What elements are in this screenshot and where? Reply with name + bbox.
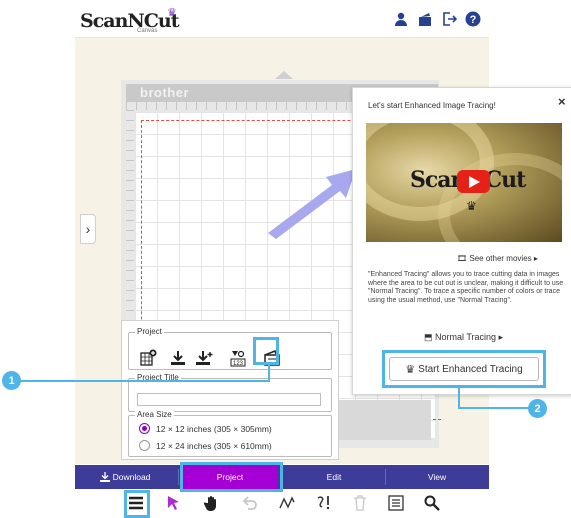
callout-line-1-vertical [268,364,270,382]
number-image-icon[interactable]: 123 [229,349,247,367]
trace-icon: ⬒ [424,332,433,342]
project-title-fieldset: Project Title [128,373,332,412]
play-icon[interactable] [457,170,490,193]
mat-up-arrow-icon [275,71,293,79]
app-logo: ScanNCut [80,10,179,32]
video-crown-icon: ♛ [466,199,477,213]
tab-edit-label: Edit [326,472,342,482]
area-size-fieldset: Area Size 12 × 12 inches (305 × 305mm) 1… [128,410,332,457]
see-other-movies-link[interactable]: 🎞 See other movies ▸ [457,254,538,263]
enhanced-tracing-popup: Let's start Enhanced Image Tracing! × Sc… [352,87,571,395]
tab-edit[interactable]: Edit [283,465,385,489]
undo-icon[interactable] [241,494,259,512]
logout-icon[interactable] [441,11,458,27]
tab-download[interactable]: Download [89,465,161,489]
download-icon[interactable] [169,349,187,367]
list-icon[interactable] [387,494,405,512]
menu-icon[interactable] [127,494,145,512]
line-tool-icon[interactable] [278,494,296,512]
select-arrow-icon[interactable] [165,494,183,512]
download-plus-icon[interactable] [195,349,213,367]
svg-text:?: ? [470,14,477,26]
folder-icon[interactable] [417,11,433,27]
image-trace-icon[interactable] [263,349,281,367]
tab-view-label: View [427,472,447,482]
crown-icon: ♛ [167,7,177,19]
project-legend: Project [135,327,164,336]
callout-line-1 [20,380,270,382]
start-enhanced-tracing-label: Start Enhanced Tracing [418,363,523,375]
film-icon: 🎞 [457,254,468,263]
callout-badge-1: 1 [2,371,21,390]
project-fieldset: Project 123 [128,327,332,370]
bottom-toolbar [75,489,489,518]
tab-project-label: Project [216,472,244,482]
tab-view[interactable]: View [386,465,488,489]
popup-title: Let's start Enhanced Image Tracing! [368,101,496,110]
download-icon [99,472,110,482]
tutorial-video[interactable]: ScanNCut ♛ [366,123,562,242]
tab-download-label: Download [112,472,151,482]
app-header: ScanNCut Canvas ♛ ? [75,0,489,38]
normal-tracing-label: Normal Tracing ▸ [435,332,504,342]
see-other-movies-label: See other movies ▸ [469,254,538,263]
area-option-12x24[interactable]: 12 × 24 inches (305 × 610mm) [139,440,272,451]
trash-icon[interactable] [351,494,369,512]
sidebar-toggle-button[interactable]: › [80,214,96,244]
area-size-legend: Area Size [135,410,174,419]
area-option-label: 12 × 24 inches (305 × 610mm) [156,440,272,451]
mat-bottom-strip [335,400,431,440]
svg-text:123: 123 [233,361,244,367]
callout-badge-2: 2 [528,399,547,418]
text-tool-icon[interactable] [315,494,333,512]
tab-divider [178,469,179,485]
mat-brand-label: brother [140,85,189,100]
area-option-label: 12 × 12 inches (305 × 305mm) [156,423,272,434]
radio-selected[interactable] [139,423,150,434]
start-enhanced-tracing-button[interactable]: ♛ Start Enhanced Tracing [389,357,539,381]
callout-line-2-vertical [458,387,460,409]
hand-icon[interactable] [203,494,221,512]
popup-description: "Enhanced Tracing" allows you to trace c… [368,271,564,304]
app-logo-sub: Canvas [137,28,158,34]
project-panel: Project 123 Project Title Area Size 12 ×… [121,320,339,460]
main-tab-bar: Download Project Edit View [75,465,489,489]
normal-tracing-link[interactable]: ⬒ Normal Tracing ▸ [424,332,503,343]
tab-project[interactable]: Project [182,465,278,489]
pointer-arrow-icon [268,169,356,239]
area-option-12x12[interactable]: 12 × 12 inches (305 × 305mm) [139,423,272,434]
radio-unselected[interactable] [139,440,150,451]
user-icon[interactable] [393,11,409,27]
help-icon[interactable]: ? [465,11,481,27]
zoom-icon[interactable] [423,494,441,512]
new-project-icon[interactable] [139,349,157,367]
project-title-input[interactable] [137,393,321,406]
close-icon[interactable]: × [558,94,566,109]
crown-icon: ♛ [405,363,416,376]
